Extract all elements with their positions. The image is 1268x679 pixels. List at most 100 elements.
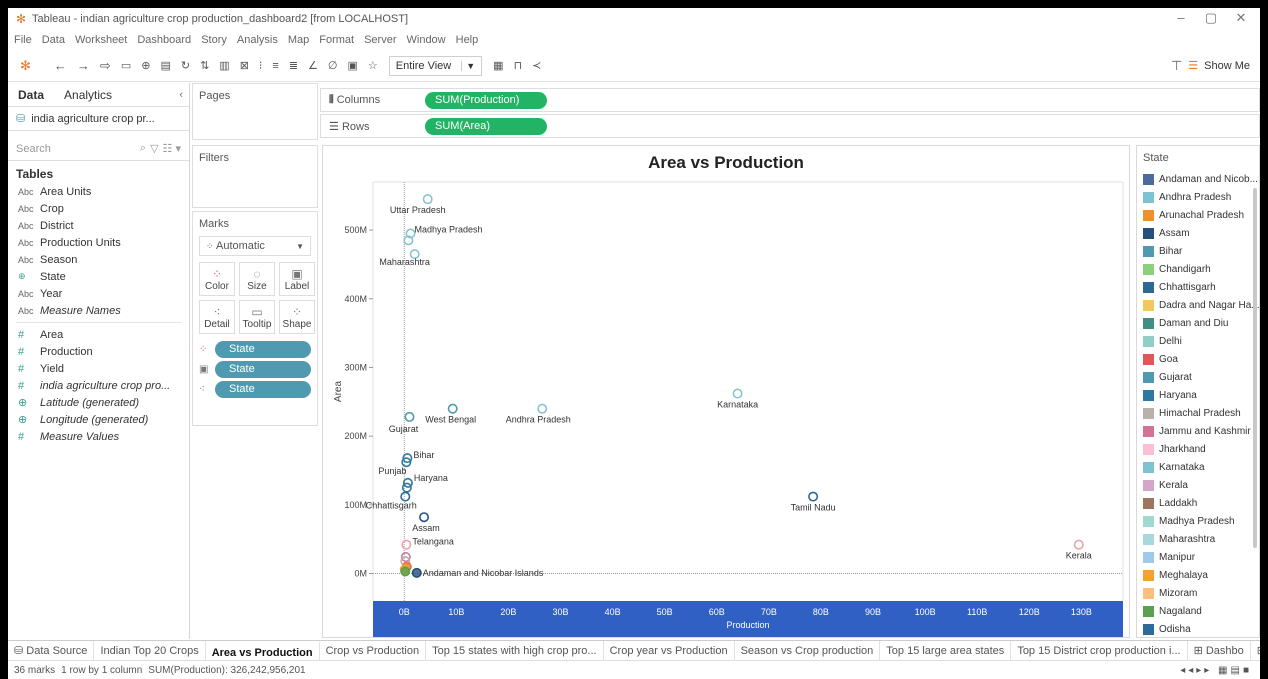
legend-item[interactable]: Arunachal Pradesh	[1137, 206, 1259, 224]
legend-item[interactable]: Goa	[1137, 350, 1259, 368]
production-pill[interactable]: SUM(Production)	[425, 91, 547, 109]
data-point[interactable]	[808, 491, 819, 502]
field-item[interactable]: ⊕ Latitude (generated)	[8, 394, 189, 411]
legend-item[interactable]: Andhra Pradesh	[1137, 188, 1259, 206]
pin-icon[interactable]: ☆	[368, 58, 378, 74]
field-item[interactable]: Abc Season	[8, 251, 189, 268]
legend-item[interactable]: Chhattisgarh	[1137, 278, 1259, 296]
legend-item[interactable]: Haryana	[1137, 386, 1259, 404]
sheet-tab[interactable]: Top 15 states with high crop pro...	[426, 640, 604, 661]
menu-file[interactable]: File	[14, 34, 32, 46]
field-item[interactable]: # Yield	[8, 360, 189, 377]
legend-item[interactable]: Chandigarh	[1137, 260, 1259, 278]
filter-icon[interactable]: ▽	[150, 142, 158, 155]
new-datasource-icon[interactable]: ⊕	[141, 58, 150, 74]
legend-item[interactable]: Laddakh	[1137, 494, 1259, 512]
swap-icon[interactable]: ⇅	[200, 58, 209, 74]
legend-item[interactable]: Daman and Diu	[1137, 314, 1259, 332]
size-button[interactable]: ◌ Size	[239, 262, 275, 296]
legend-item[interactable]: Karnataka	[1137, 458, 1259, 476]
legend-item[interactable]: Andaman and Nicob...	[1137, 170, 1259, 188]
legend-item[interactable]: Mizoram	[1137, 584, 1259, 602]
chart-view[interactable]: Area vs Production 0M 100M 200M 300M 400M 500M…	[322, 145, 1130, 638]
menu-help[interactable]: Help	[456, 34, 479, 46]
data-point[interactable]	[422, 194, 433, 205]
sheet-tab[interactable]: Area vs Production	[205, 640, 320, 661]
view-options-icon[interactable]: ☷ ▾	[163, 142, 181, 155]
menu-worksheet[interactable]: Worksheet	[75, 34, 127, 46]
rows-shelf[interactable]: ☰ Rows SUM(Area)	[320, 114, 1260, 138]
sort-desc-icon[interactable]: ≣	[289, 58, 298, 74]
legend-item[interactable]: Meghalaya	[1137, 566, 1259, 584]
field-item[interactable]: Abc Crop	[8, 200, 189, 217]
data-point[interactable]	[400, 566, 411, 577]
data-point[interactable]	[732, 388, 743, 399]
search-input[interactable]: Search	[16, 143, 140, 155]
data-point[interactable]	[447, 403, 458, 414]
shape-button[interactable]: ⁘ Shape	[279, 300, 315, 334]
legend-item[interactable]: Maharashtra	[1137, 530, 1259, 548]
field-item[interactable]: Abc District	[8, 217, 189, 234]
sheet-tab[interactable]: Top 15 District crop production i...	[1011, 640, 1188, 661]
group-icon[interactable]: ⁝	[259, 58, 263, 74]
field-item[interactable]: Abc Measure Names	[8, 302, 189, 319]
presentation-icon[interactable]: ⊓	[514, 58, 523, 74]
scatter-chart[interactable]: Area vs Production 0M 100M 200M 300M 400M 500M…	[323, 146, 1129, 637]
forward-icon[interactable]: →	[77, 58, 90, 74]
field-item[interactable]: # Production	[8, 343, 189, 360]
detail-button[interactable]: ⁖ Detail	[199, 300, 235, 334]
view-mode-select[interactable]: Entire View ▼	[388, 55, 483, 76]
field-item[interactable]: Abc Area Units	[8, 183, 189, 200]
clear-sheet-icon[interactable]: ⊠	[240, 58, 249, 74]
show-me-button[interactable]: ⊤ ☰ Show Me	[1171, 58, 1250, 74]
restore-icon[interactable]: ▢	[1196, 10, 1226, 26]
field-item[interactable]: Abc Year	[8, 285, 189, 302]
chart-type-icon[interactable]: ▥	[219, 58, 229, 74]
legend-item[interactable]: Bihar	[1137, 242, 1259, 260]
collapse-pane-icon[interactable]: ‹	[179, 89, 183, 101]
data-point[interactable]	[537, 403, 548, 414]
data-point[interactable]	[419, 512, 430, 523]
menu-server[interactable]: Server	[364, 34, 396, 46]
legend-item[interactable]: Assam	[1137, 224, 1259, 242]
tab-data-source[interactable]: ⛁ Data Source	[8, 640, 95, 661]
pages-card[interactable]: Pages	[192, 83, 318, 140]
new-dashboard-tab[interactable]: ⊞ Dashbo	[1188, 640, 1251, 661]
mark-type-select[interactable]: ⁘ Automatic ▼	[199, 236, 311, 256]
label-button[interactable]: ▣ Label	[279, 262, 315, 296]
menu-map[interactable]: Map	[288, 34, 309, 46]
sheet-tab[interactable]: Crop vs Production	[320, 640, 427, 661]
tab-data[interactable]: Data	[8, 83, 54, 107]
legend-item[interactable]: Kerala	[1137, 476, 1259, 494]
sort-asc-icon[interactable]: ≡	[272, 58, 278, 74]
menu-story[interactable]: Story	[201, 34, 227, 46]
data-source-item[interactable]: ⛁ india agriculture crop pr...	[8, 107, 189, 131]
new-sheet-icon[interactable]: ⊞	[1251, 641, 1260, 661]
sheet-tab[interactable]: Season vs Crop production	[735, 640, 881, 661]
legend-item[interactable]: Himachal Pradesh	[1137, 404, 1259, 422]
legend-item[interactable]: Manipur	[1137, 548, 1259, 566]
field-item[interactable]: ⊕ State	[8, 268, 189, 285]
minimize-icon[interactable]: –	[1166, 10, 1196, 25]
labels-icon[interactable]: ▣	[348, 58, 358, 74]
search-icon[interactable]: ⌕	[140, 142, 146, 155]
legend-item[interactable]: Odisha	[1137, 620, 1259, 637]
highlight-icon[interactable]: ∠	[308, 58, 318, 74]
columns-shelf[interactable]: ⫴ Columns SUM(Production)	[320, 88, 1260, 112]
data-point[interactable]	[404, 411, 415, 422]
close-icon[interactable]: ✕	[1226, 10, 1256, 26]
menu-dashboard[interactable]: Dashboard	[137, 34, 191, 46]
legend-item[interactable]: Jharkhand	[1137, 440, 1259, 458]
color-button[interactable]: ⁘ Color	[199, 262, 235, 296]
attach-icon[interactable]: ∅	[328, 58, 338, 74]
menu-window[interactable]: Window	[407, 34, 446, 46]
area-pill[interactable]: SUM(Area)	[425, 117, 547, 135]
sheet-tab[interactable]: Top 15 large area states	[880, 640, 1012, 661]
legend-item[interactable]: Madhya Pradesh	[1137, 512, 1259, 530]
field-item[interactable]: # Area	[8, 326, 189, 343]
legend-item[interactable]: Nagaland	[1137, 602, 1259, 620]
filters-card[interactable]: Filters	[192, 145, 318, 208]
legend-item[interactable]: Jammu and Kashmir	[1137, 422, 1259, 440]
field-item[interactable]: ⊕ Longitude (generated)	[8, 411, 189, 428]
field-item[interactable]: # india agriculture crop pro...	[8, 377, 189, 394]
